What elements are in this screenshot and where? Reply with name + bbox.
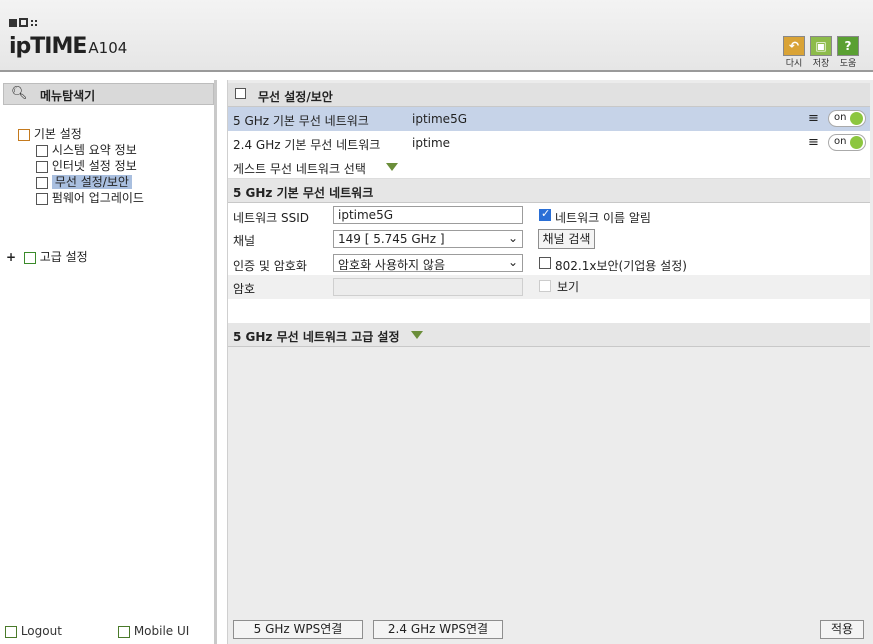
password-input[interactable]	[333, 278, 523, 296]
logout-icon	[5, 625, 17, 638]
chevron-down-icon	[386, 163, 398, 171]
mobile-icon	[118, 625, 130, 638]
page-title: 무선 설정/보안	[258, 90, 333, 104]
computer-icon	[36, 160, 48, 173]
undo-label: 다시	[785, 59, 803, 69]
save-label: 저장	[812, 59, 830, 69]
undo-icon: ↶	[788, 39, 800, 53]
channel-label: 채널	[233, 234, 256, 248]
save-icon: ▣	[815, 39, 827, 53]
sidebar-item-internet-info[interactable]: 인터넷 설정 정보	[36, 157, 137, 174]
show-password-label: 보기	[557, 280, 580, 294]
toggle-switch[interactable]: on	[828, 134, 866, 151]
chevron-down-icon: ⌄	[507, 231, 518, 245]
help-button[interactable]: ?	[837, 36, 859, 56]
sidebar-title: 메뉴탐색기	[40, 89, 96, 103]
channel-select[interactable]: 149 [ 5.745 GHz ] ⌄	[333, 230, 523, 248]
ssid-input[interactable]: iptime5G	[333, 206, 523, 224]
model-name: A104	[88, 39, 128, 57]
apply-button[interactable]: 적용	[820, 620, 864, 639]
network-ssid: iptime5G	[412, 112, 467, 126]
sidebar-item-firmware[interactable]: 펌웨어 업그레이드	[36, 189, 144, 206]
enterprise-checkbox[interactable]	[539, 257, 551, 269]
wps-5g-button[interactable]: 5 GHz WPS연결	[233, 620, 363, 639]
chevron-down-icon	[411, 331, 423, 339]
section-header-basic: 5 GHz 기본 무선 네트워크	[228, 179, 870, 203]
spacer	[228, 299, 870, 324]
page-icon	[235, 88, 246, 99]
tree-group-advanced[interactable]: + 고급 설정	[6, 248, 88, 265]
save-button[interactable]: ▣	[810, 36, 832, 56]
network-label: 2.4 GHz 기본 무선 네트워크	[233, 138, 381, 152]
broadcast-checkbox[interactable]: ✓	[539, 207, 551, 221]
magnifier-icon: 🔍︎	[11, 86, 28, 101]
toggle-switch[interactable]: on	[828, 110, 866, 127]
password-label: 암호	[233, 282, 256, 296]
tree-group-basic[interactable]: 기본 설정	[18, 125, 82, 142]
mobile-ui-button[interactable]: Mobile UI	[118, 624, 189, 638]
top-header	[0, 0, 873, 72]
filter-icon[interactable]: ≡	[808, 135, 819, 150]
network-ssid: iptime	[412, 136, 451, 150]
window-icons	[9, 16, 40, 30]
chevron-down-icon: ⌄	[507, 255, 518, 269]
sidebar-header: 🔍︎ 메뉴탐색기	[3, 83, 214, 105]
channel-search-button[interactable]: 채널 검색	[538, 229, 595, 249]
auth-select[interactable]: 암호화 사용하지 않음 ⌄	[333, 254, 523, 272]
broadcast-label: 네트워크 이름 알림	[555, 211, 651, 225]
show-password-checkbox[interactable]	[539, 280, 551, 292]
network-row-5g[interactable]: 5 GHz 기본 무선 네트워크 iptime5G ≡ on	[228, 107, 870, 131]
ssid-label: 네트워크 SSID	[233, 211, 309, 225]
upgrade-icon	[36, 192, 48, 205]
guest-label: 게스트 무선 네트워크 선택	[233, 162, 366, 176]
wps-24g-button[interactable]: 2.4 GHz WPS연결	[373, 620, 503, 639]
chart-icon	[36, 144, 48, 157]
logout-button[interactable]: Logout	[5, 624, 62, 638]
brand-logo: ipTIME A104	[9, 34, 128, 59]
help-label: 도움	[839, 59, 857, 69]
folder-icon	[18, 128, 30, 141]
expand-icon: +	[6, 250, 17, 264]
help-icon: ?	[844, 39, 852, 53]
advanced-settings-toggle[interactable]: 5 GHz 무선 네트워크 고급 설정	[228, 323, 870, 347]
wifi-icon	[36, 176, 48, 189]
page-header: 무선 설정/보안	[228, 83, 870, 107]
network-row-24g[interactable]: 2.4 GHz 기본 무선 네트워크 iptime ≡ on	[228, 131, 870, 155]
guest-network-selector[interactable]: 게스트 무선 네트워크 선택	[228, 155, 870, 179]
network-label: 5 GHz 기본 무선 네트워크	[233, 114, 369, 128]
undo-button[interactable]: ↶	[783, 36, 805, 56]
auth-label: 인증 및 암호화	[233, 259, 307, 273]
folder-icon	[23, 251, 36, 264]
tree-group-label: 기본 설정	[33, 127, 82, 141]
sidebar-item-wireless[interactable]: 무선 설정/보안	[36, 173, 132, 190]
sidebar-item-system-summary[interactable]: 시스템 요약 정보	[36, 141, 137, 158]
filter-icon[interactable]: ≡	[808, 111, 819, 126]
enterprise-label: 802.1x보안(기업용 설정)	[555, 259, 687, 273]
